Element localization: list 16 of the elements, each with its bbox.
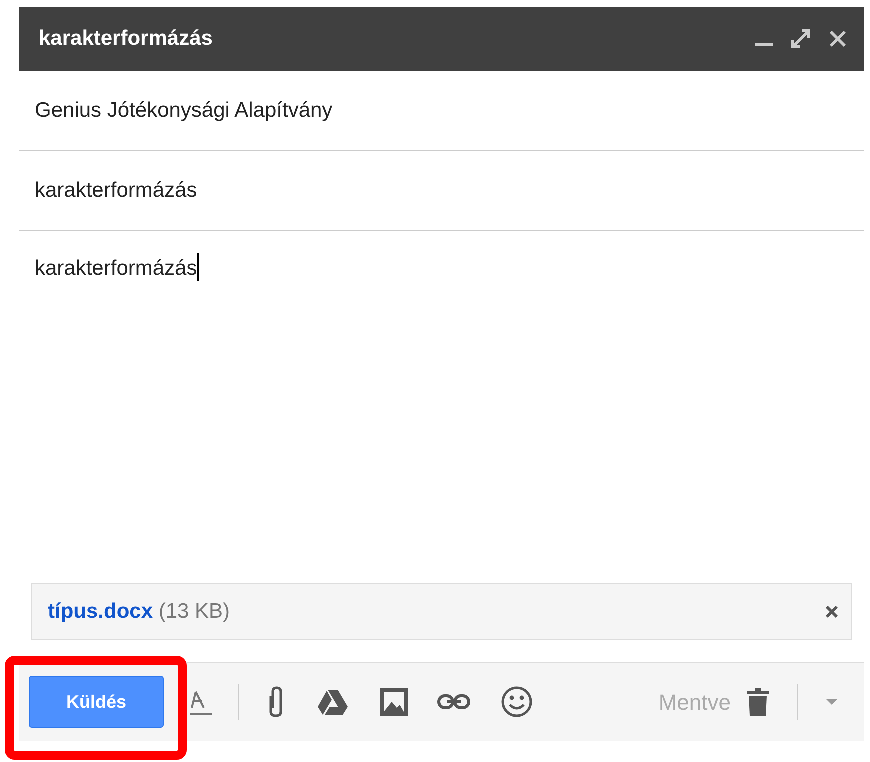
trash-icon[interactable] [747, 688, 769, 716]
message-body[interactable]: karakterformázás [35, 253, 198, 284]
close-icon[interactable] [828, 29, 848, 49]
save-status: Mentve [658, 688, 731, 716]
recipients-field[interactable]: Genius Jótékonysági Alapítvány [35, 94, 333, 126]
emoji-icon[interactable] [501, 686, 533, 718]
link-icon[interactable] [437, 694, 471, 710]
image-icon[interactable] [379, 687, 409, 717]
remove-icon[interactable] [825, 604, 839, 618]
caret-icon[interactable] [826, 699, 838, 705]
text-cursor [197, 253, 200, 281]
subject-field[interactable]: karakterformázás [35, 174, 198, 206]
attachment-name: típus.docx (13 KB) [48, 598, 232, 625]
drive-icon[interactable] [317, 688, 349, 716]
expand-icon[interactable] [790, 28, 812, 50]
window-title: karakterformázás [39, 26, 214, 52]
